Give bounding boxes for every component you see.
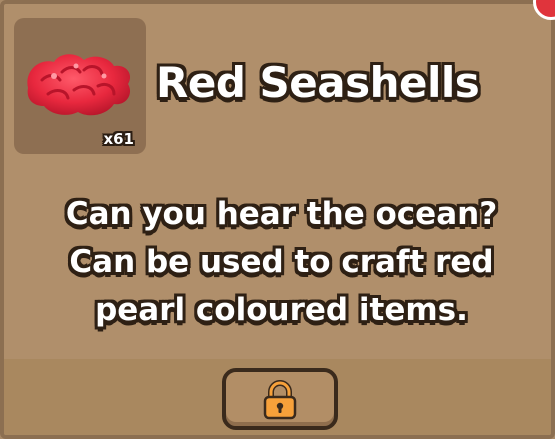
description-line: pearl coloured items. — [95, 292, 468, 328]
item-info-panel: x61 Red Seashells Can you hear the ocean… — [0, 0, 555, 439]
item-count: x61 — [103, 130, 134, 148]
lock-button[interactable] — [222, 368, 338, 430]
item-title: Red Seashells — [156, 58, 480, 107]
description-line: Can you hear the ocean? — [65, 196, 498, 232]
item-description: Can you hear the ocean? Can be used to c… — [14, 190, 549, 334]
padlock-icon — [263, 380, 297, 420]
description-line: Can be used to craft red — [69, 244, 494, 280]
item-slot: x61 — [14, 18, 146, 154]
